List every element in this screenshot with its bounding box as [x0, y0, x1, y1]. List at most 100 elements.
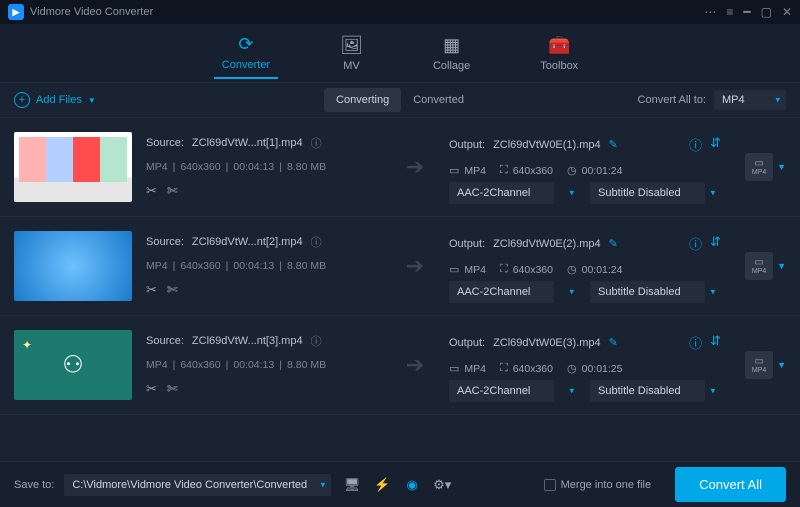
video-icon: ▭: [449, 164, 459, 177]
output-filename: ZCl69dVtW0E(3).mp4: [493, 337, 601, 349]
mediainfo-icon[interactable]: ⓘ: [689, 135, 702, 154]
nav-label: Collage: [433, 60, 470, 72]
nav-toolbox[interactable]: 🧰 Toolbox: [532, 29, 586, 78]
output-row: Output: ZCl69dVtW0E(1).mp4 ✎ ⓘ ⇵: [449, 135, 721, 154]
profile-button[interactable]: ▭MP4: [745, 351, 773, 379]
checkbox-icon: [544, 479, 556, 491]
edit-icon[interactable]: ✄: [167, 183, 178, 199]
compress-icon[interactable]: ⇵: [710, 333, 721, 352]
duration: 00:04:13: [233, 260, 274, 272]
hardware-accel-icon[interactable]: ⚡: [371, 474, 393, 496]
convert-all-to: Convert All to: MP4: [638, 90, 786, 110]
edit-icon[interactable]: ✄: [167, 282, 178, 298]
tab-converted[interactable]: Converted: [401, 88, 476, 112]
duration: 00:04:13: [233, 359, 274, 371]
output-label: Output:: [449, 139, 485, 151]
profile-chevron-icon[interactable]: ▼: [777, 261, 786, 271]
source-row: Source: ZCl69dVtW...nt[3].mp4 ⓘ: [146, 333, 381, 349]
video-thumbnail[interactable]: [14, 330, 132, 400]
source-label: Source:: [146, 335, 184, 347]
tab-converting[interactable]: Converting: [324, 88, 401, 112]
source-actions: ✂ ✄: [146, 282, 381, 298]
save-path-select[interactable]: C:\Vidmore\Vidmore Video Converter\Conve…: [64, 479, 331, 491]
close-icon[interactable]: ✕: [782, 5, 792, 19]
format-select[interactable]: MP4: [714, 90, 786, 110]
subtitle-select[interactable]: Subtitle Disabled: [590, 385, 721, 397]
rename-icon[interactable]: ✎: [609, 138, 618, 151]
collage-icon: ▦: [443, 35, 460, 56]
subtitle-select[interactable]: Subtitle Disabled: [590, 286, 721, 298]
titlebar: ▶ Vidmore Video Converter ⋯ ≡ ━ ▢ ✕: [0, 0, 800, 24]
resolution: 640x360: [180, 359, 220, 371]
output-meta: ▭MP4 ⛶640x360 ◷00:01:25: [449, 362, 721, 375]
add-files-button[interactable]: + Add Files ▼: [14, 92, 96, 108]
profile-button[interactable]: ▭MP4: [745, 153, 773, 181]
profile-wrap: ▭MP4 ▼: [735, 351, 786, 379]
audio-select[interactable]: AAC-2Channel: [449, 286, 580, 298]
file-list: Source: ZCl69dVtW...nt[1].mp4 ⓘ MP4| 640…: [0, 118, 800, 461]
out-duration: 00:01:25: [582, 363, 623, 375]
nav-mv[interactable]: 🖼 MV: [332, 29, 371, 78]
profile-format: MP4: [752, 367, 766, 374]
maximize-icon[interactable]: ▢: [761, 5, 772, 19]
output-column: Output: ZCl69dVtW0E(3).mp4 ✎ ⓘ ⇵ ▭MP4 ⛶6…: [449, 333, 721, 397]
nav-converter[interactable]: ⟳ Converter: [214, 28, 278, 79]
converter-icon: ⟳: [238, 34, 253, 55]
video-thumbnail[interactable]: [14, 231, 132, 301]
arrow-icon: ➔: [395, 253, 435, 279]
high-speed-icon[interactable]: ◉: [401, 474, 423, 496]
output-filename: ZCl69dVtW0E(1).mp4: [493, 139, 601, 151]
info-icon[interactable]: ⓘ: [311, 234, 322, 250]
profile-button[interactable]: ▭MP4: [745, 252, 773, 280]
source-row: Source: ZCl69dVtW...nt[2].mp4 ⓘ: [146, 234, 381, 250]
nav-collage[interactable]: ▦ Collage: [425, 29, 478, 78]
arrow-icon: ➔: [395, 154, 435, 180]
out-resolution: 640x360: [513, 363, 553, 375]
format: MP4: [146, 260, 168, 272]
settings-icon[interactable]: ⚙▾: [431, 474, 453, 496]
trim-icon[interactable]: ✂: [146, 282, 157, 298]
expand-icon: ⛶: [500, 362, 508, 375]
compress-icon[interactable]: ⇵: [710, 234, 721, 253]
subtitle-select[interactable]: Subtitle Disabled: [590, 187, 721, 199]
source-meta: MP4| 640x360| 00:04:13| 8.80 MB: [146, 161, 381, 173]
audio-select[interactable]: AAC-2Channel: [449, 385, 580, 397]
rename-icon[interactable]: ✎: [609, 237, 618, 250]
edit-icon[interactable]: ✄: [167, 381, 178, 397]
trim-icon[interactable]: ✂: [146, 381, 157, 397]
info-icon[interactable]: ⓘ: [311, 333, 322, 349]
menu-icon[interactable]: ≡: [726, 5, 733, 19]
chevron-down-icon: ▼: [88, 96, 96, 105]
convert-all-button[interactable]: Convert All: [675, 467, 786, 502]
audio-select[interactable]: AAC-2Channel: [449, 187, 580, 199]
output-selects: AAC-2Channel Subtitle Disabled: [449, 286, 721, 298]
plus-icon: +: [14, 92, 30, 108]
open-folder-icon[interactable]: 🖥: [341, 474, 363, 496]
output-label: Output:: [449, 238, 485, 250]
mediainfo-icon[interactable]: ⓘ: [689, 234, 702, 253]
resolution: 640x360: [180, 260, 220, 272]
merge-checkbox[interactable]: Merge into one file: [544, 479, 652, 491]
out-resolution: 640x360: [513, 165, 553, 177]
profile-format: MP4: [752, 268, 766, 275]
feedback-icon[interactable]: ⋯: [704, 5, 716, 19]
profile-chevron-icon[interactable]: ▼: [777, 162, 786, 172]
out-duration: 00:01:24: [582, 264, 623, 276]
compress-icon[interactable]: ⇵: [710, 135, 721, 154]
mv-icon: 🖼: [340, 35, 363, 56]
bottom-icons: 🖥 ⚡ ◉ ⚙▾: [341, 474, 453, 496]
subtitle-value: Subtitle Disabled: [590, 380, 705, 402]
mediainfo-icon[interactable]: ⓘ: [689, 333, 702, 352]
rename-icon[interactable]: ✎: [609, 336, 618, 349]
subtitle-value: Subtitle Disabled: [590, 182, 705, 204]
output-filename: ZCl69dVtW0E(2).mp4: [493, 238, 601, 250]
video-thumbnail[interactable]: [14, 132, 132, 202]
trim-icon[interactable]: ✂: [146, 183, 157, 199]
info-icon[interactable]: ⓘ: [311, 135, 322, 151]
minimize-icon[interactable]: ━: [743, 5, 750, 19]
film-icon: ▭: [754, 257, 763, 268]
expand-icon: ⛶: [500, 263, 508, 276]
out-format: MP4: [464, 363, 486, 375]
profile-chevron-icon[interactable]: ▼: [777, 360, 786, 370]
source-column: Source: ZCl69dVtW...nt[1].mp4 ⓘ MP4| 640…: [146, 135, 381, 199]
